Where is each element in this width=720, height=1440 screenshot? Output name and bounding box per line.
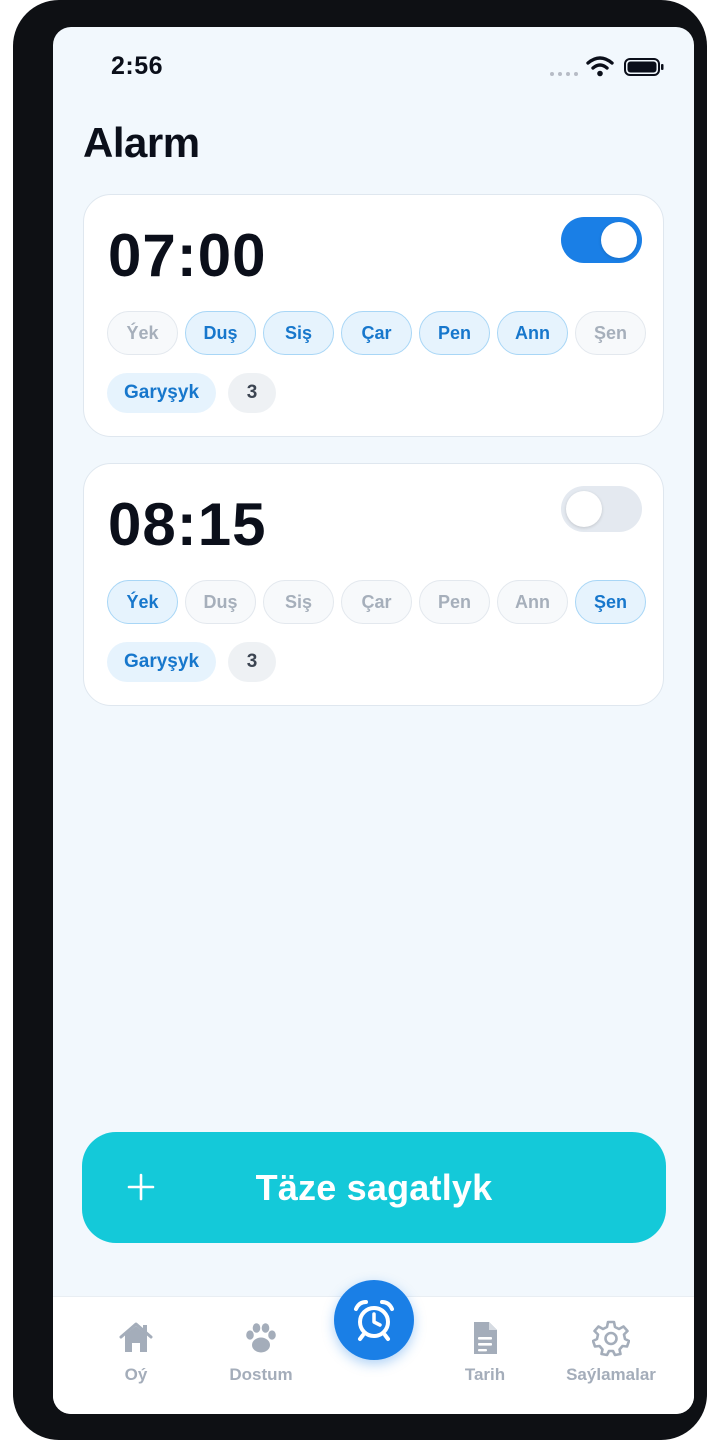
day-chip-pen[interactable]: Pen [419,580,490,624]
day-chip-dus[interactable]: Duş [185,580,256,624]
toggle-knob [601,222,637,258]
alarm-options: Garyşyk 3 [107,373,277,413]
day-chip-sen[interactable]: Şen [575,311,646,355]
app-screen: 2:56 Alarm 07:00 Ýek Duş Siş Çar Pen Ann… [53,27,694,1414]
count-chip[interactable]: 3 [228,373,277,413]
alarm-toggle[interactable] [561,217,642,263]
count-chip[interactable]: 3 [228,642,277,682]
day-chip-yek[interactable]: Ýek [107,580,178,624]
tab-label: Tarih [464,1365,506,1384]
cellular-signal-icon [550,72,578,76]
tab-alarm[interactable] [334,1280,414,1360]
status-time: 2:56 [111,52,164,80]
alarm-time[interactable]: 07:00 [108,221,266,290]
wifi-icon [586,56,614,77]
day-chip-ann[interactable]: Ann [497,580,568,624]
weekday-selector: Ýek Duş Siş Çar Pen Ann Şen [107,580,646,624]
day-chip-ann[interactable]: Ann [497,311,568,355]
tab-settings[interactable]: Saýlamalar [546,1319,676,1385]
battery-icon [624,58,664,76]
tab-history[interactable]: Tarih [420,1319,550,1385]
day-chip-car[interactable]: Çar [341,311,412,355]
tab-label: Oý [124,1365,148,1384]
alarm-card[interactable]: 08:15 Ýek Duş Siş Çar Pen Ann Şen Garyşy… [83,463,664,706]
alarm-toggle[interactable] [561,486,642,532]
document-icon [474,1322,497,1354]
day-chip-sis[interactable]: Siş [263,311,334,355]
home-icon [119,1322,153,1352]
tab-home[interactable]: Oý [71,1319,201,1385]
day-chip-car[interactable]: Çar [341,580,412,624]
alarm-options: Garyşyk 3 [107,642,277,682]
phone-frame: 2:56 Alarm 07:00 Ýek Duş Siş Çar Pen Ann… [13,0,707,1440]
day-chip-sis[interactable]: Siş [263,580,334,624]
alarm-time[interactable]: 08:15 [108,490,266,559]
add-alarm-button[interactable]: Täze sagatlyk [82,1132,666,1243]
day-chip-yek[interactable]: Ýek [107,311,178,355]
alarm-clock-icon [354,1300,394,1341]
mode-chip[interactable]: Garyşyk [107,373,217,413]
weekday-selector: Ýek Duş Siş Çar Pen Ann Şen [107,311,646,355]
tab-label: Saýlamalar [566,1365,656,1384]
day-chip-sen[interactable]: Şen [575,580,646,624]
paw-icon [246,1323,276,1353]
toggle-knob [566,491,602,527]
day-chip-dus[interactable]: Duş [185,311,256,355]
tab-label: Dostum [229,1365,293,1384]
gear-icon [592,1320,630,1357]
mode-chip[interactable]: Garyşyk [107,642,217,682]
add-alarm-label: Täze sagatlyk [255,1166,493,1208]
page-title: Alarm [83,119,200,166]
day-chip-pen[interactable]: Pen [419,311,490,355]
alarm-card[interactable]: 07:00 Ýek Duş Siş Çar Pen Ann Şen Garyşy… [83,194,664,437]
tab-pet[interactable]: Dostum [196,1319,326,1385]
